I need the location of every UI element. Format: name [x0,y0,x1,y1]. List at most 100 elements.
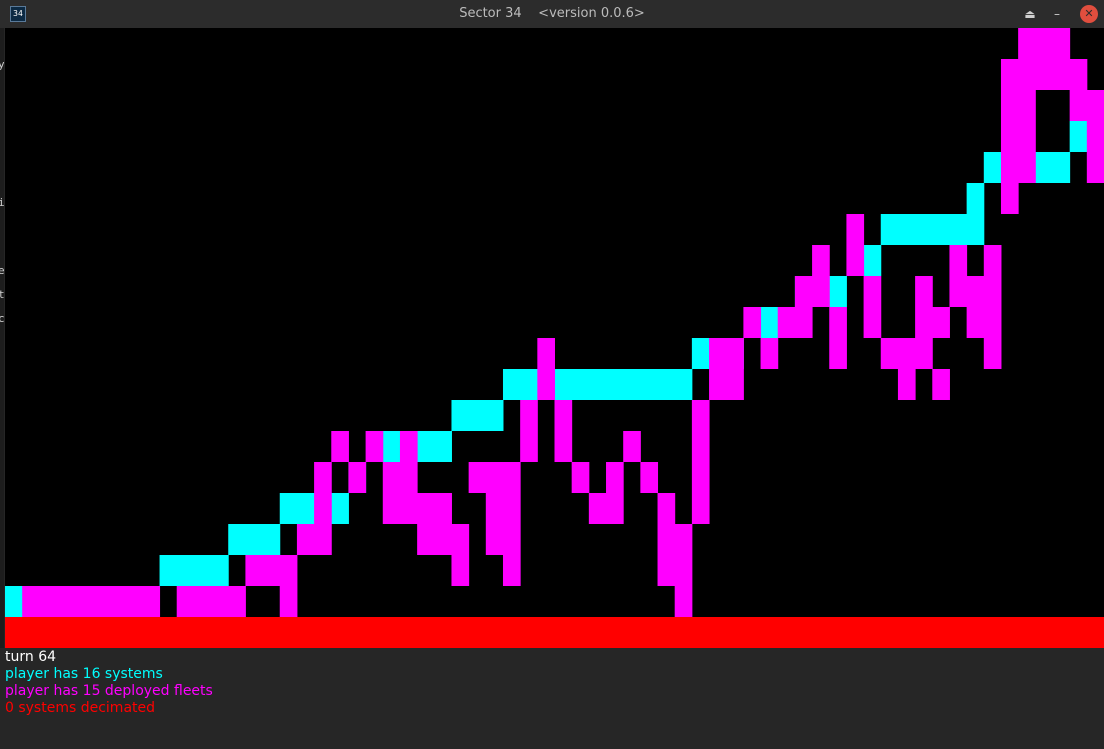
fleet-cell [211,586,229,617]
decimated-band [5,617,1104,648]
fleet-cell [485,524,504,555]
fleet-cell [812,245,830,276]
minimize-icon[interactable]: – [1048,5,1066,23]
player-system-cell [966,214,985,245]
player-system-cell [966,183,985,214]
fleet-cell [485,493,504,524]
fleet-cell [571,462,590,493]
fleet-cell [726,338,744,369]
turn-counter: turn 64 [5,649,57,665]
player-system-cell [262,524,281,555]
fleet-cell [485,462,504,493]
fleet-cell [760,338,779,369]
fleet-cell [1000,121,1019,152]
player-system-cell [193,555,212,586]
player-system-cell [228,524,246,555]
fleet-cell [434,524,452,555]
player-system-cell [331,493,349,524]
fleet-cell [829,307,847,338]
player-system-cell [571,369,590,400]
player-system-cell [1069,121,1088,152]
fleet-cell [1069,90,1088,121]
fleet-cell [726,369,744,400]
backdrop-text-fragment: i [0,196,4,209]
fleet-cell [777,307,796,338]
player-system-cell [245,524,264,555]
fleet-cell [520,400,538,431]
title-bar: 34 Sector 34 <version 0.0.6> ⏏ – ✕ [0,0,1104,28]
fleet-cell [897,338,916,369]
backdrop-text-fragment: y [0,58,4,71]
player-system-cell [606,369,624,400]
fleet-cell [1018,90,1036,121]
player-system-cell [640,369,659,400]
fleet-cell [863,276,882,307]
player-system-cell [932,214,950,245]
fleet-cell [520,431,538,462]
fleet-cell [22,586,40,617]
fleet-cell [794,307,813,338]
board-grid[interactable] [5,28,1104,648]
fleet-cell [262,555,281,586]
fleet-cell [399,431,418,462]
fleet-cell [39,586,58,617]
player-system-cell [520,369,538,400]
fleet-cell [193,586,212,617]
player-system-cell [863,245,882,276]
fleet-cell [691,462,710,493]
fleet-cell [983,307,1002,338]
player-system-cell [657,369,676,400]
close-icon[interactable]: ✕ [1080,5,1098,23]
decimated-band-layer [5,617,1104,648]
player-system-cell [760,307,779,338]
player-system-cell [159,555,178,586]
fleet-cell [606,493,624,524]
player-system-cell [296,493,315,524]
fleet-cell [417,524,435,555]
fleet-cell [502,524,521,555]
fleet-cell [794,276,813,307]
player-system-cell [502,369,521,400]
fleet-cell [554,431,573,462]
fleet-cell [674,524,693,555]
player-fleets-count: player has 15 deployed fleets [5,683,213,699]
eject-icon[interactable]: ⏏ [1021,5,1039,23]
fleet-cell [691,493,710,524]
fleet-cell [949,276,968,307]
player-system-cell [588,369,607,400]
fleet-cell [382,462,401,493]
player-system-cell [554,369,573,400]
player-system-cell [176,555,195,586]
fleet-cell [657,555,676,586]
player-system-cell [674,369,693,400]
fleet-cell [1069,59,1088,90]
fleet-cell [1086,90,1104,121]
backdrop-text-fragment: t [0,288,4,301]
fleet-cell [1018,59,1036,90]
fleet-cell [279,586,298,617]
fleet-cell [829,338,847,369]
player-system-cell [5,586,23,617]
player-system-cell [485,400,504,431]
fleet-cell [537,338,555,369]
player-system-cell [949,214,968,245]
fleet-cell [434,493,452,524]
fleet-cell [588,493,607,524]
fleet-cell [417,493,435,524]
fleet-cell [983,276,1002,307]
fleet-cell [399,462,418,493]
player-system-cell [382,431,401,462]
fleet-cell [915,276,933,307]
fleet-cell [502,493,521,524]
fleet-cell [674,586,693,617]
player-system-cell [211,555,229,586]
fleet-cell [90,586,109,617]
fleet-cell [1000,152,1019,183]
fleet-cell [691,431,710,462]
fleet-cell [382,493,401,524]
fleet-cell [1052,59,1071,90]
fleet-cell [932,307,950,338]
fleet-cell [674,555,693,586]
backdrop-text-fragment: e [0,264,4,277]
game-board[interactable] [5,28,1104,648]
